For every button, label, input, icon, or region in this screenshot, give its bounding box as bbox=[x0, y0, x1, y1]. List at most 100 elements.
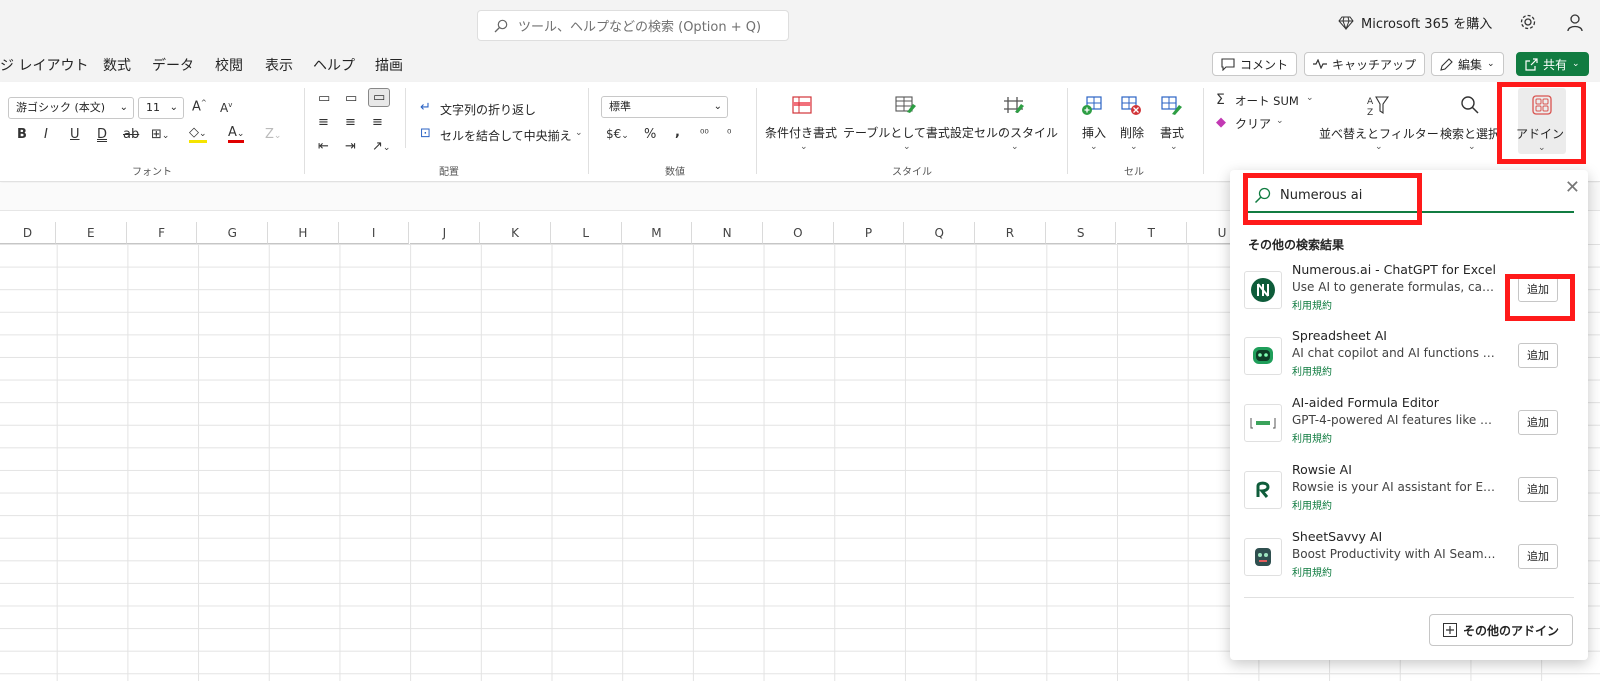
account-avatar-icon[interactable] bbox=[1566, 13, 1584, 35]
tab-help[interactable]: ヘルプ bbox=[313, 55, 355, 75]
add-sheetsavvy-button[interactable]: 追加 bbox=[1518, 544, 1558, 569]
merge-center-icon[interactable]: ⊡ bbox=[420, 126, 431, 141]
autosum-button[interactable]: オート SUM bbox=[1235, 93, 1299, 109]
font-size-dropdown[interactable]: 11 ⌄ bbox=[138, 97, 184, 119]
decrease-font-icon[interactable]: Av bbox=[220, 101, 232, 115]
wrap-text-icon[interactable]: ↵ bbox=[420, 100, 431, 115]
editing-mode-button[interactable]: 編集 ⌄ bbox=[1431, 52, 1504, 76]
chevron-down-icon[interactable]: ⌄ bbox=[1090, 142, 1098, 152]
bold-icon[interactable]: B bbox=[17, 127, 27, 142]
decrease-indent-icon[interactable]: ⇤ bbox=[318, 139, 329, 154]
column-header[interactable]: M bbox=[621, 222, 693, 244]
format-as-table-button[interactable]: テーブルとして書式設定 bbox=[843, 124, 974, 141]
font-name-dropdown[interactable]: 游ゴシック (本文) ⌄ bbox=[8, 97, 134, 119]
addin-search-field[interactable]: Numerous ai bbox=[1244, 180, 1574, 213]
wrap-text-button[interactable]: 文字列の折り返し bbox=[440, 101, 536, 118]
addin-title[interactable]: SheetSavvy AI bbox=[1292, 529, 1496, 544]
currency-icon[interactable]: $€⌄ bbox=[606, 127, 629, 141]
clear-search-close-icon[interactable]: ✕ bbox=[1565, 177, 1580, 198]
add-spreadsheet-ai-button[interactable]: 追加 bbox=[1518, 343, 1558, 368]
align-top-icon[interactable]: ▭ bbox=[318, 91, 330, 106]
chevron-down-icon[interactable]: ⌄ bbox=[575, 128, 583, 138]
double-underline-icon[interactable]: D bbox=[97, 127, 107, 142]
terms-link[interactable]: 利用規約 bbox=[1292, 430, 1332, 445]
terms-link[interactable]: 利用規約 bbox=[1292, 297, 1332, 312]
column-header[interactable]: S bbox=[1045, 222, 1117, 244]
addin-title[interactable]: AI-aided Formula Editor bbox=[1292, 395, 1496, 410]
column-header[interactable]: N bbox=[692, 222, 763, 244]
merge-center-button[interactable]: セルを結合して中央揃え bbox=[440, 127, 572, 144]
more-addins-button[interactable]: その他のアドイン bbox=[1429, 614, 1573, 646]
chevron-down-icon[interactable]: ⌄ bbox=[1276, 116, 1284, 126]
comma-style-icon[interactable]: , bbox=[675, 125, 680, 140]
orientation-icon[interactable]: ↗⌄ bbox=[372, 139, 390, 154]
decrease-decimal-icon[interactable]: ⁰ bbox=[727, 127, 731, 140]
terms-link[interactable]: 利用規約 bbox=[1292, 363, 1332, 378]
column-header[interactable]: O bbox=[763, 222, 834, 244]
tab-page-layout[interactable]: ジ レイアウト bbox=[0, 55, 88, 75]
chevron-down-icon[interactable]: ⌄ bbox=[1375, 142, 1383, 152]
terms-link[interactable]: 利用規約 bbox=[1292, 497, 1332, 512]
clear-button[interactable]: クリア bbox=[1235, 115, 1271, 132]
addin-title[interactable]: Rowsie AI bbox=[1292, 462, 1496, 477]
chevron-down-icon[interactable]: ⌄ bbox=[1011, 142, 1019, 152]
column-header[interactable]: J bbox=[409, 222, 481, 244]
tab-formulas[interactable]: 数式 bbox=[103, 55, 131, 75]
comments-button[interactable]: コメント bbox=[1212, 52, 1298, 76]
align-bottom-icon[interactable]: ▭ bbox=[368, 88, 391, 107]
clear-formatting-icon[interactable]: Z⌄ bbox=[265, 127, 281, 142]
tab-view[interactable]: 表示 bbox=[265, 55, 293, 75]
buy-microsoft365-link[interactable]: Microsoft 365 を購入 bbox=[1338, 13, 1492, 32]
chevron-down-icon[interactable]: ⌄ bbox=[903, 142, 911, 152]
increase-font-icon[interactable]: A^ bbox=[192, 99, 207, 114]
add-formula-editor-button[interactable]: 追加 bbox=[1518, 410, 1558, 435]
tab-review[interactable]: 校閲 bbox=[215, 55, 243, 75]
align-left-icon[interactable]: ≡ bbox=[318, 115, 329, 130]
column-header[interactable]: D bbox=[0, 222, 56, 244]
align-middle-icon[interactable]: ▭ bbox=[345, 91, 357, 106]
sort-filter-button[interactable]: 並べ替えとフィルター bbox=[1319, 125, 1439, 142]
add-numerous-button[interactable]: 追加 bbox=[1518, 277, 1558, 302]
increase-indent-icon[interactable]: ⇥ bbox=[345, 139, 356, 154]
format-cells-button[interactable]: 書式 bbox=[1160, 124, 1184, 141]
font-color-icon[interactable]: A⌄ bbox=[228, 126, 245, 143]
italic-icon[interactable]: I bbox=[44, 127, 48, 142]
fill-color-icon[interactable]: ◇⌄ bbox=[189, 126, 207, 143]
column-header[interactable]: E bbox=[56, 222, 127, 244]
borders-icon[interactable]: ⊞⌄ bbox=[151, 127, 169, 142]
cell-styles-button[interactable]: セルのスタイル bbox=[974, 124, 1058, 141]
addin-title[interactable]: Spreadsheet AI bbox=[1292, 328, 1496, 343]
column-header[interactable]: L bbox=[550, 222, 622, 244]
column-header[interactable]: T bbox=[1116, 222, 1188, 244]
align-center-icon[interactable]: ≡ bbox=[345, 115, 356, 130]
chevron-down-icon[interactable]: ⌄ bbox=[1306, 93, 1314, 103]
chevron-down-icon[interactable]: ⌄ bbox=[800, 142, 808, 152]
share-button[interactable]: 共有 ⌄ bbox=[1516, 52, 1589, 76]
column-header[interactable]: R bbox=[975, 222, 1046, 244]
column-header[interactable]: H bbox=[268, 222, 339, 244]
underline-icon[interactable]: U bbox=[70, 127, 80, 142]
chevron-down-icon[interactable]: ⌄ bbox=[1130, 142, 1138, 152]
conditional-format-button[interactable]: 条件付き書式 bbox=[765, 124, 837, 141]
delete-cells-button[interactable]: 削除 bbox=[1120, 124, 1144, 141]
percent-icon[interactable]: % bbox=[644, 127, 656, 142]
column-header[interactable]: F bbox=[126, 222, 198, 244]
tab-draw[interactable]: 描画 bbox=[375, 55, 403, 75]
tell-me-search-box[interactable]: ツール、ヘルプなどの検索 (Option + Q) bbox=[477, 10, 789, 41]
chevron-down-icon[interactable]: ⌄ bbox=[1468, 142, 1476, 152]
terms-link[interactable]: 利用規約 bbox=[1292, 564, 1332, 579]
add-rowsie-button[interactable]: 追加 bbox=[1518, 477, 1558, 502]
column-header[interactable]: Q bbox=[904, 222, 976, 244]
addin-title[interactable]: Numerous.ai - ChatGPT for Excel bbox=[1292, 262, 1496, 277]
insert-cells-button[interactable]: 挿入 bbox=[1082, 124, 1106, 141]
column-header[interactable]: I bbox=[338, 222, 410, 244]
find-select-button[interactable]: 検索と選択 bbox=[1440, 125, 1500, 142]
number-format-dropdown[interactable]: 標準 ⌄ bbox=[601, 96, 728, 118]
chevron-down-icon[interactable]: ⌄ bbox=[1170, 142, 1178, 152]
column-header[interactable]: P bbox=[833, 222, 905, 244]
increase-decimal-icon[interactable]: ⁰⁰ bbox=[700, 127, 709, 140]
addins-button[interactable]: アドイン ⌄ bbox=[1516, 88, 1566, 154]
column-header[interactable]: G bbox=[197, 222, 269, 244]
tab-data[interactable]: データ bbox=[152, 55, 194, 75]
strikethrough-icon[interactable]: ab bbox=[123, 127, 139, 142]
